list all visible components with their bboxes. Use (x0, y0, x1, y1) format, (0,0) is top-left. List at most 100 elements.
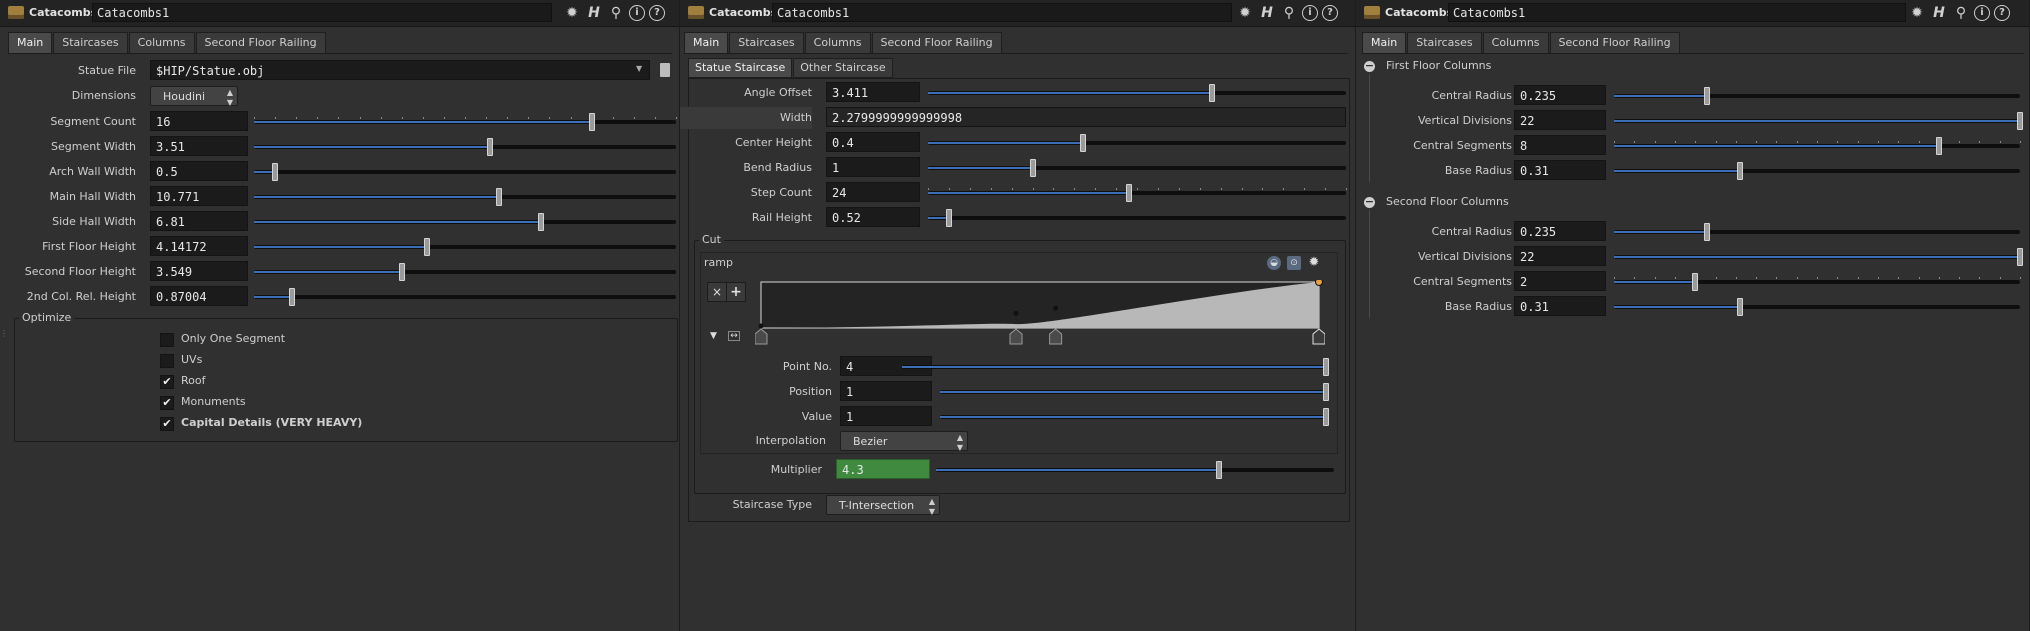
help-h-icon[interactable]: H (1258, 4, 1276, 22)
slider-track[interactable] (254, 238, 676, 256)
tab-main[interactable]: Main (1362, 32, 1407, 53)
slider-track[interactable] (928, 209, 1346, 227)
question-icon[interactable]: ? (1322, 5, 1338, 21)
tab-staircases[interactable]: Staircases (1407, 32, 1482, 53)
param-value-field[interactable]: 6.81 (150, 211, 248, 231)
ramp-editor[interactable] (755, 280, 1325, 350)
slider-handle[interactable] (272, 163, 279, 181)
ramp-point[interactable] (1013, 310, 1019, 316)
slider-track[interactable] (254, 163, 676, 181)
param-value-field[interactable]: 2.2799999999999998 (826, 107, 1346, 127)
checkbox[interactable]: ✔ (160, 417, 174, 431)
tab-staircases[interactable]: Staircases (729, 32, 804, 53)
question-icon[interactable]: ? (649, 5, 665, 21)
interpolation-menu[interactable]: Bezier ▲ ▼ (840, 431, 968, 452)
param-value-field[interactable]: 3.51 (150, 136, 248, 156)
slider-handle[interactable] (1323, 383, 1329, 401)
param-value-field[interactable]: 0.87004 (150, 286, 248, 306)
tab-columns[interactable]: Columns (1482, 32, 1549, 53)
ramp-camera-icon[interactable]: ⊙ (1287, 256, 1301, 270)
slider-track[interactable] (1614, 162, 2020, 180)
slider-handle[interactable] (945, 209, 952, 227)
help-h-icon[interactable]: H (1930, 4, 1948, 22)
param-value-field[interactable]: 22 (1514, 110, 1606, 130)
gear-icon[interactable]: ✹ (563, 4, 581, 22)
add-point-button[interactable]: + (726, 282, 746, 302)
slider-track[interactable] (1614, 298, 2020, 316)
param-value-field[interactable]: 1 (826, 157, 920, 177)
catacombs-node-icon[interactable] (688, 6, 704, 19)
catacombs-node-icon[interactable] (1364, 6, 1380, 19)
tab-second-floor-railing[interactable]: Second Floor Railing (1549, 32, 1680, 53)
ramp-key-marker[interactable] (1049, 328, 1063, 345)
node-name-field[interactable]: Catacombs1 (92, 3, 552, 22)
slider-track[interactable] (254, 188, 676, 206)
tab-other-staircase[interactable]: Other Staircase (793, 58, 893, 78)
tab-second-floor-railing[interactable]: Second Floor Railing (871, 32, 1002, 53)
param-value-field[interactable]: 10.771 (150, 186, 248, 206)
help-h-icon[interactable]: H (585, 4, 603, 22)
search-icon[interactable]: ⚲ (1952, 4, 1970, 22)
slider-track[interactable] (928, 84, 1346, 102)
slider-handle[interactable] (1935, 137, 1942, 155)
info-icon[interactable]: i (1302, 5, 1318, 21)
slider-handle[interactable] (495, 188, 502, 206)
tab-statue-staircase[interactable]: Statue Staircase (688, 58, 793, 78)
param-value-field[interactable]: 3.549 (150, 261, 248, 281)
slider-handle[interactable] (2017, 248, 2023, 266)
info-icon[interactable]: i (629, 5, 645, 21)
search-icon[interactable]: ⚲ (607, 4, 625, 22)
slider-handle[interactable] (1209, 84, 1216, 102)
slider-handle[interactable] (1029, 159, 1036, 177)
slider-handle[interactable] (537, 213, 544, 231)
slider-handle[interactable] (288, 288, 295, 306)
search-icon[interactable]: ⚲ (1280, 4, 1298, 22)
collapse-triangle-icon[interactable]: ▼ (710, 331, 717, 341)
slider-track[interactable] (254, 263, 676, 281)
gear-icon[interactable]: ✹ (1908, 4, 1926, 22)
tab-main[interactable]: Main (8, 32, 53, 53)
collapse-section-icon[interactable]: − (1364, 196, 1375, 208)
slider-handle[interactable] (1736, 298, 1743, 316)
node-name-field[interactable]: Catacombs1 (772, 3, 1232, 22)
slider-handle[interactable] (1736, 162, 1743, 180)
checkbox[interactable] (160, 333, 174, 347)
ramp-key-marker[interactable] (1312, 328, 1325, 345)
slider-handle[interactable] (2017, 112, 2023, 130)
param-value-field[interactable]: 0.235 (1514, 85, 1606, 105)
slider-handle[interactable] (1079, 134, 1086, 152)
slider-handle[interactable] (1125, 184, 1132, 202)
param-value-field[interactable]: 0.5 (150, 161, 248, 181)
slider-track[interactable] (1614, 223, 2020, 241)
ramp-point[interactable] (1315, 280, 1323, 286)
gear-icon[interactable]: ✹ (1236, 4, 1254, 22)
gear-icon[interactable]: ✹ (1307, 256, 1321, 270)
file-browse-icon[interactable] (660, 63, 670, 77)
slider-handle[interactable] (487, 138, 494, 156)
param-value-field[interactable]: 0.31 (1514, 160, 1606, 180)
slider-track[interactable] (254, 213, 676, 231)
collapse-section-icon[interactable]: − (1364, 60, 1375, 72)
slider-track[interactable] (940, 383, 1329, 401)
param-value-field[interactable]: 8 (1514, 135, 1606, 155)
param-value-field[interactable]: 22 (1514, 246, 1606, 266)
slider-handle[interactable] (1215, 461, 1222, 479)
slider-track[interactable] (1614, 112, 2023, 130)
tab-second-floor-railing[interactable]: Second Floor Railing (195, 32, 326, 53)
tab-staircases[interactable]: Staircases (53, 32, 128, 53)
slider-track[interactable] (1614, 87, 2020, 105)
param-value-field[interactable]: 0.235 (1514, 221, 1606, 241)
statue-file-field[interactable]: $HIP/Statue.obj (150, 60, 650, 80)
ramp-key-marker[interactable] (1009, 328, 1023, 345)
param-value-field[interactable]: 4.3 (836, 459, 930, 479)
slider-handle[interactable] (1692, 273, 1699, 291)
slider-track[interactable] (928, 134, 1346, 152)
slider-handle[interactable] (588, 113, 595, 131)
slider-handle[interactable] (1323, 408, 1329, 426)
remove-point-button[interactable]: × (707, 282, 727, 302)
checkbox[interactable]: ✔ (160, 396, 174, 410)
ramp-preset-icon[interactable]: ◒ (1267, 256, 1281, 270)
ramp-point[interactable] (1053, 305, 1059, 311)
dimensions-menu[interactable]: Houdini ▲ ▼ (150, 86, 238, 107)
slider-track[interactable] (940, 408, 1329, 426)
